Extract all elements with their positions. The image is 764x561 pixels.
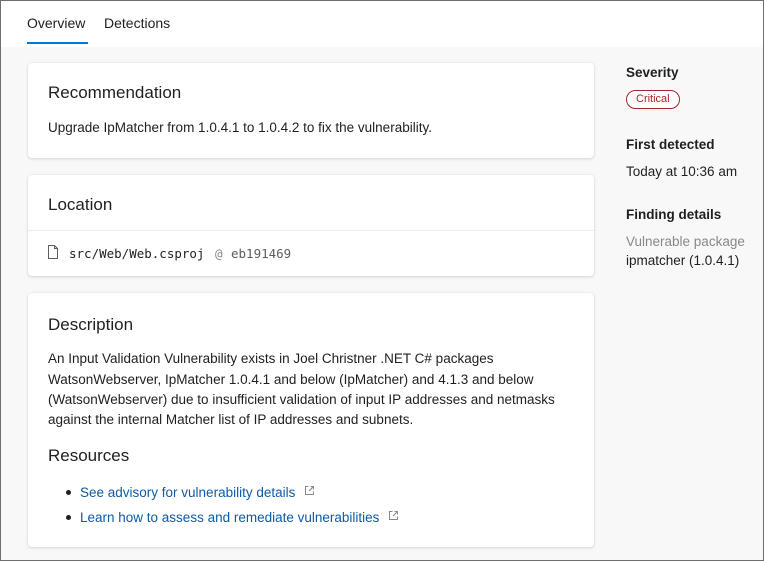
location-title: Location [48, 195, 113, 214]
description-card: Description An Input Validation Vulnerab… [28, 293, 594, 547]
recommendation-text: Upgrade IpMatcher from 1.0.4.1 to 1.0.4.… [48, 120, 432, 135]
severity-label: Severity [626, 65, 679, 80]
severity-badge: Critical [626, 90, 680, 109]
description-line: An Input Validation Vulnerability exists… [48, 351, 494, 366]
recommendation-title: Recommendation [48, 83, 182, 102]
tab-detections[interactable]: Detections [104, 15, 170, 31]
divider [28, 230, 594, 231]
resource-item: See advisory for vulnerability details [66, 484, 315, 502]
bullet [66, 515, 71, 520]
at-symbol: @ [215, 246, 223, 261]
description-title: Description [48, 315, 134, 334]
finding-details-label: Finding details [626, 207, 722, 222]
tab-overview[interactable]: Overview [27, 15, 85, 31]
external-link-icon [388, 511, 398, 520]
file-path-link[interactable]: src/Web/Web.csproj [69, 246, 204, 261]
commit-id[interactable]: eb191469 [231, 246, 291, 261]
description-line: WatsonWebserver, IpMatcher 1.0.4.1 and b… [48, 372, 534, 387]
bullet [66, 490, 71, 495]
location-card: Location src/Web/Web.csproj @ eb191469 [28, 175, 594, 276]
first-detected-label: First detected [626, 137, 715, 152]
vulnerable-package-label: Vulnerable package [626, 234, 745, 249]
vulnerable-package-value: ipmatcher (1.0.4.1) [626, 253, 740, 268]
resources-title: Resources [48, 446, 130, 465]
file-icon [48, 245, 58, 259]
description-line: (WatsonWebserver) due to insufficient va… [48, 392, 555, 407]
tab-bar: Overview Detections [1, 1, 763, 47]
resource-item: Learn how to assess and remediate vulner… [66, 509, 399, 527]
advisory-link[interactable]: See advisory for vulnerability details [80, 485, 295, 500]
first-detected-value: Today at 10:36 am [626, 164, 738, 179]
description-line: against the internal Matcher list of IP … [48, 412, 414, 427]
external-link-icon [304, 486, 314, 495]
tab-selected-indicator [27, 42, 88, 44]
recommendation-card: Recommendation Upgrade IpMatcher from 1.… [28, 63, 594, 158]
remediate-link[interactable]: Learn how to assess and remediate vulner… [80, 510, 379, 525]
panel: Overview Detections Recommendation Upgra… [0, 0, 764, 561]
